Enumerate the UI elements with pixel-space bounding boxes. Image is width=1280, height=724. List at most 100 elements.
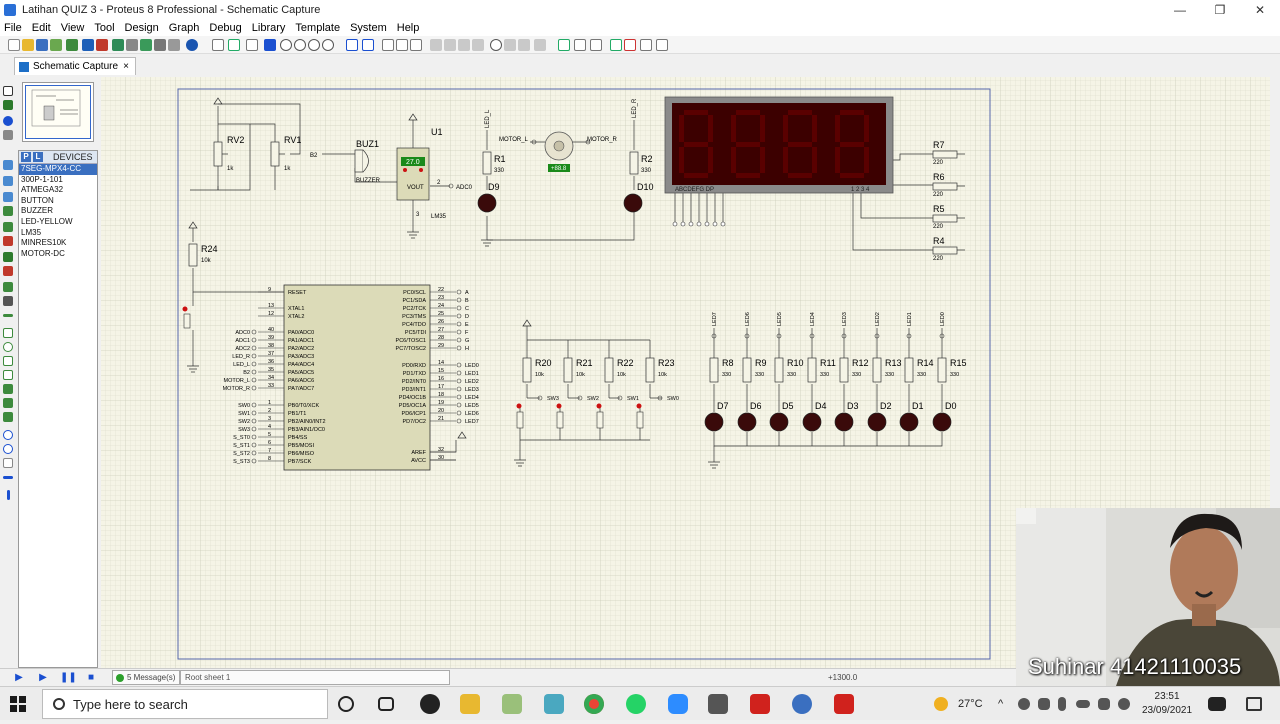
new-sheet-icon[interactable]: [610, 39, 622, 51]
proteus-taskbar-icon[interactable]: [792, 694, 812, 714]
play-button[interactable]: ▶: [12, 672, 26, 684]
rotation-angle-field[interactable]: [3, 458, 13, 468]
menu-design[interactable]: Design: [125, 22, 159, 34]
property-tool-icon[interactable]: [590, 39, 602, 51]
component-mode-icon[interactable]: [3, 100, 13, 110]
make-device-icon[interactable]: [504, 39, 516, 51]
arc-icon[interactable]: [3, 356, 13, 366]
minimize-button[interactable]: —: [1160, 0, 1200, 20]
text-script-icon[interactable]: [3, 160, 13, 170]
rotate-cw-icon[interactable]: [3, 430, 13, 440]
zoom-in-icon[interactable]: [280, 39, 292, 51]
search-tag-icon[interactable]: [574, 39, 586, 51]
whatsapp-icon[interactable]: [626, 694, 646, 714]
menu-graph[interactable]: Graph: [169, 22, 200, 34]
symbol-icon[interactable]: [3, 398, 13, 408]
zoom-area-icon[interactable]: [322, 39, 334, 51]
remove-sheet-icon[interactable]: [624, 39, 636, 51]
cortana-icon[interactable]: [338, 696, 354, 712]
tab-schematic-capture[interactable]: Schematic Capture ×: [14, 57, 136, 75]
grid-icon[interactable]: [228, 39, 240, 51]
tape-icon[interactable]: [3, 252, 13, 262]
schematic-icon[interactable]: [82, 39, 94, 51]
clock[interactable]: 23:51 23/09/2021: [1142, 690, 1192, 724]
reset-button-indicator[interactable]: [182, 306, 188, 312]
box-icon[interactable]: [3, 328, 13, 338]
device-item[interactable]: 300P-1-101: [19, 175, 97, 186]
microphone-icon[interactable]: [1058, 697, 1066, 711]
cut-icon[interactable]: [382, 39, 394, 51]
block-move-icon[interactable]: [444, 39, 456, 51]
menu-library[interactable]: Library: [252, 22, 286, 34]
redo-icon[interactable]: [362, 39, 374, 51]
device-item[interactable]: ATMEGA32: [19, 185, 97, 196]
messages-indicator[interactable]: 5 Message(s): [112, 670, 181, 685]
paste-icon[interactable]: [410, 39, 422, 51]
zoom-icon[interactable]: [668, 694, 688, 714]
graph-icon[interactable]: [3, 236, 13, 246]
overview-window[interactable]: [22, 82, 94, 142]
open-folder-icon[interactable]: [22, 39, 34, 51]
device-item[interactable]: 7SEG-MPX4-CC: [19, 164, 97, 175]
taskbar-search-box[interactable]: Type here to search: [42, 689, 328, 719]
home-icon[interactable]: [66, 39, 78, 51]
chrome-icon[interactable]: [584, 694, 604, 714]
wifi-icon[interactable]: [1118, 698, 1130, 710]
wire-autorouter-icon[interactable]: [558, 39, 570, 51]
device-item[interactable]: LED-YELLOW: [19, 217, 97, 228]
wire-label-icon[interactable]: [3, 130, 13, 140]
pick-devices-button[interactable]: P: [21, 152, 31, 162]
refresh-icon[interactable]: [212, 39, 224, 51]
switch-button[interactable]: [556, 403, 562, 409]
line-icon[interactable]: [3, 314, 13, 317]
device-item[interactable]: MINRES10K: [19, 238, 97, 249]
selection-mode-icon[interactable]: [3, 86, 13, 96]
menu-template[interactable]: Template: [295, 22, 340, 34]
cloud-icon[interactable]: [1038, 698, 1050, 710]
bus-icon[interactable]: [3, 176, 13, 186]
undo-icon[interactable]: [346, 39, 358, 51]
task-view-icon[interactable]: [378, 697, 394, 711]
netlist-icon[interactable]: [168, 39, 180, 51]
battery-icon[interactable]: [1076, 700, 1090, 708]
tray-chevron-icon[interactable]: ^: [998, 687, 1003, 721]
menu-debug[interactable]: Debug: [209, 22, 241, 34]
help-icon[interactable]: [186, 39, 198, 51]
menu-system[interactable]: System: [350, 22, 387, 34]
report-icon[interactable]: [656, 39, 668, 51]
rotate-ccw-icon[interactable]: [3, 444, 13, 454]
switch-body[interactable]: [516, 411, 524, 429]
probe-icon[interactable]: [3, 282, 13, 292]
switch-body[interactable]: [556, 411, 564, 429]
pick-device-icon[interactable]: [490, 39, 502, 51]
circle-icon[interactable]: [3, 342, 13, 352]
mirror-x-icon[interactable]: [3, 476, 13, 479]
copy-icon[interactable]: [396, 39, 408, 51]
device-item[interactable]: BUZZER: [19, 206, 97, 217]
paint-app-icon[interactable]: [544, 694, 564, 714]
switch-button[interactable]: [516, 403, 522, 409]
windows-start-icon[interactable]: [10, 696, 26, 712]
overview-viewport[interactable]: [25, 85, 91, 139]
network-app-icon[interactable]: [1018, 698, 1030, 710]
device-item[interactable]: LM35: [19, 228, 97, 239]
menu-edit[interactable]: Edit: [32, 22, 51, 34]
decompose-icon[interactable]: [534, 39, 546, 51]
virtual-instrument-icon[interactable]: [3, 296, 13, 306]
close-button[interactable]: ✕: [1240, 0, 1280, 20]
pin-icon[interactable]: [3, 222, 13, 232]
block-copy-icon[interactable]: [430, 39, 442, 51]
tab-close-icon[interactable]: ×: [123, 61, 129, 72]
new-file-icon[interactable]: [8, 39, 20, 51]
generator-icon[interactable]: [3, 266, 13, 276]
switch-button[interactable]: [636, 403, 642, 409]
zoom-all-icon[interactable]: [308, 39, 320, 51]
lm35-down-button[interactable]: [419, 168, 423, 172]
switch-body[interactable]: [596, 411, 604, 429]
pan-icon[interactable]: [264, 39, 276, 51]
weather-temperature[interactable]: 27°C: [958, 687, 983, 721]
mirror-y-icon[interactable]: [7, 490, 10, 500]
menu-help[interactable]: Help: [397, 22, 420, 34]
menu-file[interactable]: File: [4, 22, 22, 34]
lm35-up-button[interactable]: [403, 168, 407, 172]
